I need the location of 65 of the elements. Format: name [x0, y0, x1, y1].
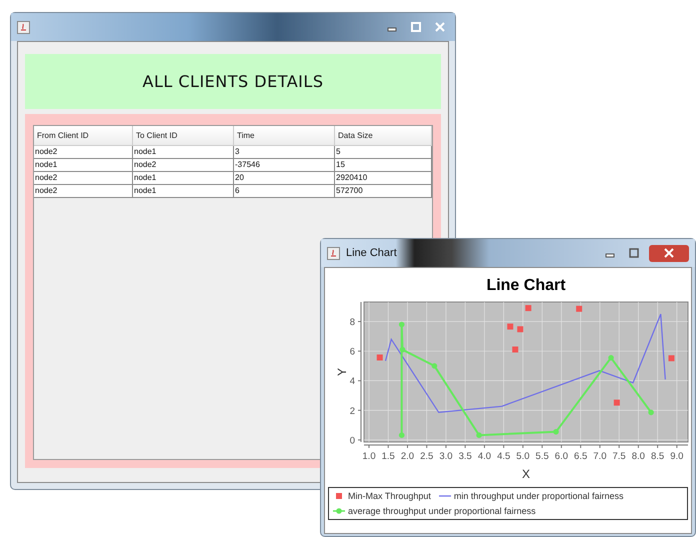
table-cell: 572700: [335, 185, 432, 198]
table-cell: node1: [133, 185, 234, 198]
x-tick-label: 9.0: [670, 451, 684, 462]
x-tick-label: 4.5: [497, 451, 510, 462]
table-cell: 3: [234, 146, 335, 159]
x-tick-label: 8.0: [632, 451, 645, 462]
legend-label: min throughput under proportional fairness: [454, 491, 624, 501]
table-cell: node2: [133, 159, 234, 172]
table-cell: node2: [34, 185, 133, 198]
legend-label: Min-Max Throughput: [348, 491, 431, 501]
column-header[interactable]: From Client ID: [34, 126, 133, 146]
table-cell: 2920410: [335, 172, 432, 185]
x-tick-label: 1.0: [362, 451, 376, 462]
data-point: [507, 324, 514, 330]
x-tick-label: 6.0: [554, 451, 568, 462]
legend-label: average throughput under proportional fairness: [348, 506, 536, 516]
x-tick-label: 4.0: [478, 451, 492, 462]
table-cell: -37546: [234, 159, 335, 172]
column-header[interactable]: Data Size: [335, 126, 432, 146]
close-icon: [664, 248, 674, 258]
x-tick-label: 6.5: [574, 451, 588, 462]
data-point: [608, 355, 614, 361]
x-tick-label: 1.5: [382, 451, 395, 462]
y-tick-label: 2: [350, 406, 355, 417]
y-tick-label: 8: [350, 317, 355, 328]
close-button[interactable]: [649, 244, 689, 262]
x-tick-label: 2.0: [400, 451, 414, 462]
y-tick-label: 6: [350, 346, 355, 358]
table-cell: 5: [335, 146, 432, 159]
x-tick-label: 8.5: [651, 451, 664, 462]
y-axis-label: Y: [335, 368, 349, 376]
data-point: [476, 432, 482, 438]
x-tick-label: 3.0: [439, 451, 453, 462]
table-cell: node1: [133, 172, 234, 185]
x-tick-label: 5.0: [516, 451, 530, 462]
table-cell: node1: [133, 146, 234, 159]
window-title: Line Chart: [346, 247, 398, 259]
table-cell: node2: [34, 172, 133, 185]
data-point: [512, 346, 518, 352]
data-point: [553, 429, 559, 435]
column-header[interactable]: To Client ID: [133, 126, 234, 146]
data-point: [432, 363, 438, 369]
data-point: [398, 322, 404, 328]
data-point: [400, 346, 406, 352]
y-tick-label: 4: [350, 376, 355, 388]
y-tick-label: 0: [350, 435, 355, 446]
x-tick-label: 3.5: [458, 451, 472, 462]
table-cell: 15: [335, 159, 432, 172]
data-point: [398, 432, 404, 438]
table-cell: node2: [34, 146, 133, 159]
table-cell: 6: [234, 185, 335, 198]
x-tick-label: 7.5: [612, 451, 626, 462]
data-point: [648, 410, 654, 416]
page-heading: ALL CLIENTS DETAILS: [25, 54, 441, 109]
data-point: [517, 326, 524, 332]
x-tick-label: 2.5: [420, 451, 434, 462]
x-tick-label: 5.5: [536, 451, 549, 462]
column-header[interactable]: Time: [234, 126, 335, 146]
x-axis-label: X: [522, 467, 530, 481]
legend-marker-icon: [333, 492, 345, 500]
chart-title: Line Chart: [486, 277, 566, 294]
x-tick-label: 7.0: [593, 451, 606, 462]
table-cell: 20: [234, 172, 335, 185]
table-cell: node1: [34, 159, 133, 172]
legend-marker-icon: [333, 507, 345, 515]
